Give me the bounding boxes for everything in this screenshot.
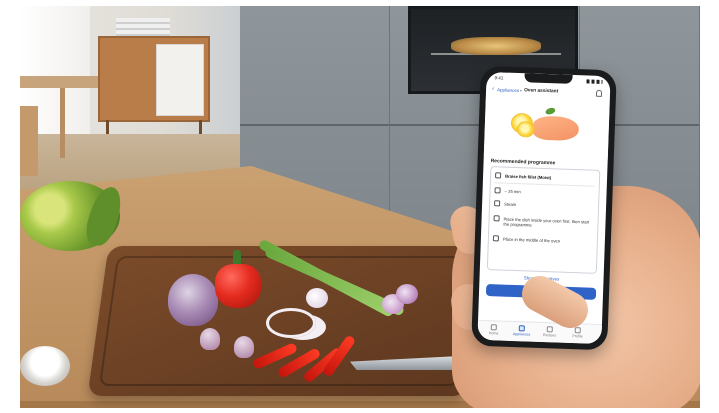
sideboard-drawers xyxy=(156,44,204,116)
programme-instruction: Place the dish inside your oven first, t… xyxy=(503,216,590,228)
garlic-clove xyxy=(234,336,254,358)
herb-leaf xyxy=(544,106,557,116)
programme-shelf-row: Place in the middle of the oven xyxy=(492,235,593,243)
programme-mode-row: Steam xyxy=(494,200,594,207)
tab-home[interactable]: Home xyxy=(480,324,508,336)
tab-bar: Home Appliances Recipes Profile xyxy=(477,319,602,345)
timer-icon xyxy=(494,187,501,194)
red-bell-pepper xyxy=(215,264,261,308)
page-title: Oven assistant xyxy=(523,88,559,95)
bell-icon[interactable] xyxy=(595,89,603,97)
home-icon xyxy=(490,324,497,331)
wooden-sideboard xyxy=(98,36,210,134)
signal-battery-icon xyxy=(586,79,603,84)
shelf-icon xyxy=(492,235,500,242)
spring-onion-bulb xyxy=(306,288,328,308)
kitchen-scene: 9:41 ‹ Appliances • Oven assistant Recom… xyxy=(20,6,700,408)
stacked-books xyxy=(116,18,170,38)
lemon-slice xyxy=(516,121,536,138)
programme-title: Braise fish fillet (Moist) xyxy=(505,173,552,180)
programme-duration: ~ 25 min xyxy=(504,188,521,194)
side-table xyxy=(20,76,100,158)
oven-dish xyxy=(451,37,541,55)
programme-card[interactable]: Braise fish fillet (Moist) ~ 25 min Stea… xyxy=(486,166,601,274)
recipe-icon xyxy=(546,326,553,333)
back-button[interactable]: Appliances xyxy=(497,87,519,93)
programme-icon xyxy=(495,172,502,179)
tab-recipes[interactable]: Recipes xyxy=(536,326,564,338)
programme-instruction-row: Place the dish inside your oven first, t… xyxy=(493,215,594,227)
status-time: 9:41 xyxy=(494,75,504,81)
chair xyxy=(20,106,38,176)
programme-title-row: Braise fish fillet (Moist) xyxy=(495,172,595,180)
dish-illustration xyxy=(483,97,610,161)
onion-rings xyxy=(266,308,316,338)
steam-icon xyxy=(494,200,501,207)
programme-duration-row: ~ 25 min xyxy=(494,187,595,194)
appliance-icon xyxy=(518,325,525,332)
profile-icon xyxy=(574,327,581,334)
garlic-clove xyxy=(200,328,220,350)
red-onion xyxy=(168,274,218,326)
tab-profile[interactable]: Profile xyxy=(563,327,591,339)
programme-mode: Steam xyxy=(504,201,517,207)
tray-icon xyxy=(493,215,500,222)
chevron-left-icon[interactable]: ‹ xyxy=(492,86,494,93)
fish-fillet xyxy=(532,115,580,142)
red-onion-bulb xyxy=(396,284,418,304)
tab-appliances[interactable]: Appliances xyxy=(508,325,536,337)
programme-shelf: Place in the middle of the oven xyxy=(502,236,561,244)
breadcrumb-separator: • xyxy=(519,88,522,94)
section-title: Recommended programme xyxy=(490,158,556,167)
salt-bowl xyxy=(20,346,70,386)
